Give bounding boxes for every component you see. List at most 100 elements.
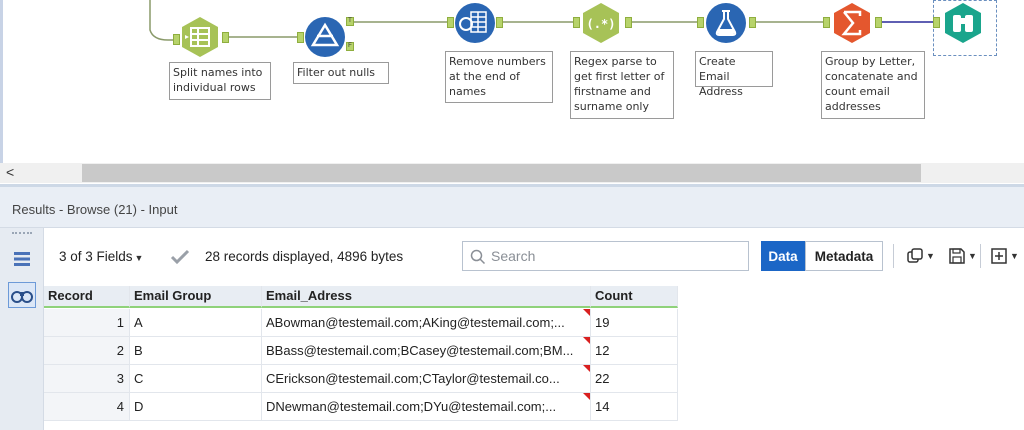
toolbar-separator: [893, 244, 894, 268]
count-cell[interactable]: 14: [591, 393, 678, 421]
email-address-text: BBass@testemail.com;BCasey@testemail.com…: [266, 343, 574, 358]
browse-input-anchor[interactable]: [933, 17, 940, 28]
annotation-group-by: Group by Letter, concatenate and count e…: [821, 51, 925, 119]
data-view-button[interactable]: Data: [761, 241, 805, 271]
count-cell[interactable]: 12: [591, 337, 678, 365]
workflow-canvas[interactable]: Split names into individual rows T F Fil…: [0, 0, 1024, 163]
metadata-view-button[interactable]: Metadata: [805, 241, 883, 271]
email-address-cell[interactable]: DNewman@testemail.com;DYu@testemail.com;…: [262, 393, 591, 421]
regex-icon: (.*): [583, 3, 619, 43]
filter-icon: [305, 17, 345, 57]
annotation-create-email: Create Email Address: [695, 51, 773, 98]
email-formula-input-anchor[interactable]: [697, 17, 704, 28]
column-header-email-group[interactable]: Email Group: [130, 286, 262, 308]
search-placeholder: Search: [491, 248, 536, 264]
summarize-output-anchor[interactable]: [875, 17, 882, 28]
column-header-email-address[interactable]: Email_Adress: [262, 286, 591, 308]
count-cell[interactable]: 22: [591, 365, 678, 393]
search-input[interactable]: Search: [462, 241, 749, 271]
results-left-rail: [0, 228, 44, 430]
table-row[interactable]: 4 D DNewman@testemail.com;DYu@testemail.…: [44, 393, 678, 421]
record-cell: 2: [44, 337, 130, 365]
table-row[interactable]: 1 A ABowman@testemail.com;AKing@testemai…: [44, 309, 678, 337]
email-address-cell[interactable]: CErickson@testemail.com;CTaylor@testemai…: [262, 365, 591, 393]
record-cell: 1: [44, 309, 130, 337]
count-cell[interactable]: 19: [591, 309, 678, 337]
results-window-header: Results - Browse (21) - Input: [0, 184, 1024, 228]
formula-input-anchor[interactable]: [447, 17, 454, 28]
email-group-cell[interactable]: B: [130, 337, 262, 365]
table-row[interactable]: 3 C CErickson@testemail.com;CTaylor@test…: [44, 365, 678, 393]
annotation-filter: Filter out nulls: [293, 62, 389, 84]
save-button[interactable]: ▼: [948, 246, 977, 266]
checkmark-icon: [170, 249, 190, 265]
filter-tool[interactable]: [304, 16, 346, 58]
email-address-text: CErickson@testemail.com;CTaylor@testemai…: [266, 371, 560, 386]
app-root: Split names into individual rows T F Fil…: [0, 0, 1024, 430]
annotation-split: Split names into individual rows: [169, 62, 271, 100]
summarize-tool[interactable]: [831, 2, 873, 44]
scrollbar-thumb[interactable]: [82, 164, 921, 182]
regex-tool[interactable]: (.*): [580, 2, 622, 44]
column-header-record[interactable]: Record: [44, 286, 130, 308]
text-to-columns-icon: [182, 17, 218, 57]
browse-tool[interactable]: [942, 2, 984, 44]
annotation-remove-numbers: Remove numbers at the end of names: [445, 51, 553, 103]
binoculars-icon: [11, 291, 33, 303]
add-column-button[interactable]: ▼: [990, 246, 1019, 266]
rail-grip: [12, 232, 32, 234]
regex-symbol: (.*): [587, 17, 616, 31]
email-address-cell[interactable]: ABowman@testemail.com;AKing@testemail.co…: [262, 309, 591, 337]
scroll-left-arrow[interactable]: <: [6, 164, 14, 180]
record-cell: 4: [44, 393, 130, 421]
fields-selector[interactable]: 3 of 3 Fields ▼: [59, 249, 143, 264]
record-cell: 3: [44, 365, 130, 393]
regex-input-anchor[interactable]: [573, 17, 580, 28]
truncated-flag-icon: [583, 365, 590, 372]
list-icon: [14, 252, 30, 266]
split-output-anchor[interactable]: [222, 32, 229, 43]
list-view-button[interactable]: [8, 246, 36, 272]
email-group-cell[interactable]: D: [130, 393, 262, 421]
chevron-down-icon: ▼: [1010, 251, 1019, 261]
chevron-down-icon: ▼: [968, 251, 977, 261]
chevron-down-icon: ▼: [134, 253, 144, 263]
email-formula-output-anchor[interactable]: [749, 17, 756, 28]
email-group-cell[interactable]: C: [130, 365, 262, 393]
truncated-flag-icon: [583, 337, 590, 344]
search-icon: [470, 249, 486, 265]
table-row[interactable]: 2 B BBass@testemail.com;BCasey@testemail…: [44, 337, 678, 365]
summarize-sigma-icon: [834, 3, 870, 43]
filter-false-anchor[interactable]: F: [346, 42, 354, 51]
split-to-rows-tool[interactable]: [179, 16, 221, 58]
formula-output-anchor[interactable]: [496, 17, 503, 28]
multi-field-formula-icon: [455, 3, 495, 43]
formula-tool[interactable]: [705, 2, 747, 44]
copy-button[interactable]: ▼: [906, 246, 935, 266]
chevron-down-icon: ▼: [926, 251, 935, 261]
records-info: 28 records displayed, 4896 bytes: [205, 249, 404, 264]
results-toolbar: 3 of 3 Fields ▼ 28 records displayed, 489…: [44, 228, 1024, 286]
summarize-input-anchor[interactable]: [823, 17, 830, 28]
email-address-text: ABowman@testemail.com;AKing@testemail.co…: [266, 315, 565, 330]
canvas-horizontal-scrollbar[interactable]: <: [0, 163, 1024, 183]
results-panel: 3 of 3 Fields ▼ 28 records displayed, 489…: [0, 228, 1024, 430]
email-group-cell[interactable]: A: [130, 309, 262, 337]
results-title: Results - Browse (21) - Input: [12, 202, 178, 217]
regex-output-anchor[interactable]: [625, 17, 632, 28]
email-address-text: DNewman@testemail.com;DYu@testemail.com;…: [266, 399, 557, 414]
browse-view-button[interactable]: [8, 282, 36, 308]
fields-selector-label: 3 of 3 Fields: [59, 249, 133, 264]
truncated-flag-icon: [583, 309, 590, 316]
truncated-flag-icon: [583, 393, 590, 400]
binoculars-icon: [945, 3, 981, 43]
filter-input-anchor[interactable]: [297, 32, 304, 43]
column-header-count[interactable]: Count: [591, 286, 678, 308]
annotation-regex: Regex parse to get first letter of first…: [570, 51, 674, 119]
multi-field-formula-tool[interactable]: [454, 2, 496, 44]
filter-true-anchor[interactable]: T: [346, 17, 354, 26]
save-icon: [949, 248, 965, 264]
formula-flask-icon: [706, 3, 746, 43]
copy-icon: [907, 248, 923, 263]
email-address-cell[interactable]: BBass@testemail.com;BCasey@testemail.com…: [262, 337, 591, 365]
